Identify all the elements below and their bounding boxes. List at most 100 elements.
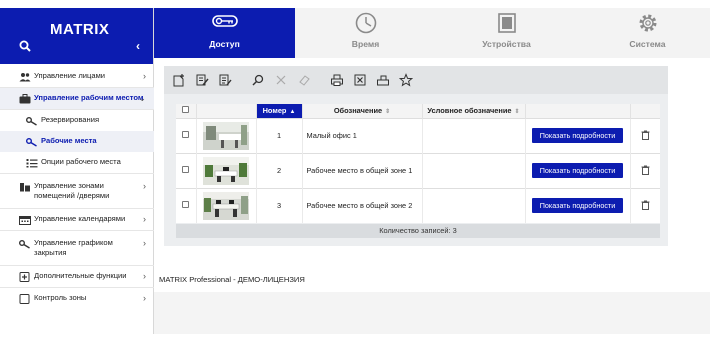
chevron-right-icon: › bbox=[143, 293, 146, 303]
add-record-button[interactable] bbox=[168, 69, 190, 91]
sidebar-item-extra-functions[interactable]: Дополнительные функции › bbox=[0, 266, 154, 288]
workplace-photo bbox=[203, 191, 249, 220]
sidebar-item-zones-doors[interactable]: Управление зонами помещений /дверями › bbox=[0, 174, 154, 209]
row-number: 1 bbox=[256, 117, 303, 153]
license-text: MATRIX Professional - ДЕМО-ЛИЦЕНЗИЯ bbox=[159, 275, 305, 284]
sidebar-item-reservations[interactable]: Резервирования bbox=[0, 110, 154, 131]
export-icon bbox=[377, 75, 389, 86]
list-icon bbox=[26, 157, 38, 168]
sidebar: MATRIX ‹ Управление лицами › Управление … bbox=[0, 8, 154, 334]
sidebar-item-calendars[interactable]: Управление календарями › bbox=[0, 209, 154, 231]
tab-label: Система bbox=[629, 39, 666, 49]
trash-icon[interactable] bbox=[641, 130, 650, 140]
sidebar-item-persons[interactable]: Управление лицами › bbox=[0, 66, 154, 88]
sidebar-item-label: Управление рабочим местом bbox=[34, 93, 144, 102]
sidebar-item-label: Управление зонами помещений /дверями bbox=[34, 181, 110, 200]
star-icon bbox=[399, 73, 413, 87]
sidebar-item-workplaces[interactable]: Рабочие места bbox=[0, 131, 154, 152]
select-all-checkbox[interactable] bbox=[182, 106, 190, 114]
workplace-photo bbox=[203, 121, 249, 150]
print-icon bbox=[331, 74, 343, 86]
chevron-right-icon: › bbox=[143, 71, 146, 81]
excel-icon bbox=[354, 74, 366, 86]
collapse-sidebar-icon[interactable]: ‹ bbox=[136, 39, 140, 53]
tab-label: Устройства bbox=[482, 39, 531, 49]
row-short-name bbox=[422, 187, 526, 223]
tab-devices[interactable]: Устройства bbox=[436, 8, 577, 58]
show-details-button[interactable]: Показать подробности bbox=[531, 198, 624, 214]
record-count: Количество записей: 3 bbox=[176, 224, 660, 238]
key-icon bbox=[19, 238, 31, 249]
clock-icon bbox=[355, 12, 376, 34]
device-icon bbox=[497, 13, 516, 33]
clear-filter-button[interactable] bbox=[270, 69, 292, 91]
sidebar-item-label: Управление календарями bbox=[34, 214, 126, 223]
row-short-name bbox=[422, 117, 526, 153]
print-button[interactable] bbox=[326, 69, 348, 91]
sidebar-item-label: Опции рабочего места bbox=[41, 157, 121, 166]
add-icon bbox=[173, 74, 184, 87]
sidebar-item-label: Управление лицами bbox=[34, 71, 106, 80]
sidebar-item-workplace-options[interactable]: Опции рабочего места bbox=[0, 152, 154, 174]
row-checkbox[interactable] bbox=[182, 201, 190, 209]
actions-header bbox=[525, 104, 631, 118]
chevron-right-icon: › bbox=[143, 214, 146, 224]
gear-icon bbox=[639, 14, 656, 32]
sidebar-item-label: Резервирования bbox=[41, 115, 100, 124]
square-icon bbox=[19, 293, 31, 304]
sidebar-item-zone-control[interactable]: Контроль зоны › bbox=[0, 288, 154, 309]
workplace-photo bbox=[203, 156, 249, 185]
edit-icon bbox=[196, 74, 209, 86]
sidebar-item-label: Рабочие места bbox=[41, 136, 97, 145]
chevron-down-icon: ⌄ bbox=[138, 93, 146, 103]
sidebar-item-workplace-management[interactable]: Управление рабочим местом ⌄ bbox=[0, 88, 154, 110]
chevron-right-icon: › bbox=[143, 271, 146, 281]
row-short-name bbox=[422, 152, 526, 188]
tab-access[interactable]: Доступ bbox=[154, 8, 295, 58]
number-column-header[interactable]: Номер ▲ bbox=[256, 104, 303, 118]
sidebar-nav: Управление лицами › Управление рабочим м… bbox=[0, 66, 154, 309]
sidebar-item-closing-schedule[interactable]: Управление графиком закрытия › bbox=[0, 231, 154, 266]
name-column-header[interactable]: Обозначение ⇕ bbox=[302, 104, 423, 118]
sort-icon: ⇕ bbox=[514, 109, 520, 116]
edit-list-icon bbox=[219, 74, 232, 86]
tab-system[interactable]: Система bbox=[577, 8, 718, 58]
eraser-button[interactable] bbox=[293, 69, 315, 91]
favorite-button[interactable] bbox=[395, 69, 417, 91]
tab-label: Время bbox=[351, 39, 380, 49]
app-logo: MATRIX bbox=[50, 21, 110, 38]
toolbar bbox=[164, 66, 668, 94]
select-all-header[interactable] bbox=[176, 104, 197, 118]
show-details-button[interactable]: Показать подробности bbox=[531, 128, 624, 143]
key-icon bbox=[26, 115, 38, 126]
key-icon bbox=[211, 15, 238, 27]
table-row[interactable]: 2 Рабочее место в общей зоне 1 Показать … bbox=[176, 152, 660, 188]
table-row[interactable]: 3 Рабочее место в общей зоне 2 Показать … bbox=[176, 187, 660, 223]
sidebar-item-label: Контроль зоны bbox=[34, 293, 87, 302]
trash-icon[interactable] bbox=[641, 165, 650, 175]
top-tab-bar: Доступ Время Устройства Система bbox=[154, 8, 710, 58]
trash-icon[interactable] bbox=[641, 200, 650, 210]
tab-time[interactable]: Время bbox=[295, 8, 436, 58]
show-details-button[interactable]: Показать подробности bbox=[531, 163, 624, 178]
calendar-icon bbox=[19, 214, 31, 225]
briefcase-icon bbox=[19, 93, 31, 104]
people-icon bbox=[19, 71, 31, 82]
short-name-column-header[interactable]: Условное обозначение ⇕ bbox=[422, 104, 526, 118]
edit-list-button[interactable] bbox=[214, 69, 236, 91]
tab-label: Доступ bbox=[209, 39, 240, 49]
search-icon[interactable] bbox=[19, 40, 31, 52]
close-icon bbox=[276, 75, 286, 85]
sort-icon: ⇕ bbox=[385, 109, 391, 116]
sort-asc-icon: ▲ bbox=[289, 109, 296, 116]
brand-header: MATRIX ‹ bbox=[0, 8, 153, 64]
workplaces-table: Номер ▲ Обозначение ⇕ Условное обозначение… bbox=[176, 104, 660, 223]
edit-record-button[interactable] bbox=[191, 69, 213, 91]
search-button[interactable] bbox=[247, 69, 269, 91]
export-excel-button[interactable] bbox=[349, 69, 371, 91]
sidebar-item-label: Управление графиком закрытия bbox=[34, 238, 113, 257]
row-checkbox[interactable] bbox=[182, 166, 190, 173]
table-row[interactable]: 1 Малый офис 1 Показать подробности bbox=[176, 117, 660, 153]
row-checkbox[interactable] bbox=[182, 131, 190, 138]
export-button[interactable] bbox=[372, 69, 394, 91]
